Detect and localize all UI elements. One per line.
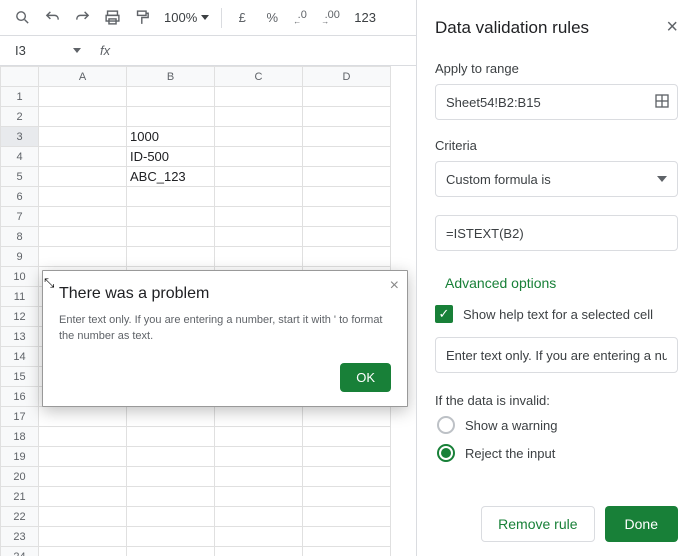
row-header[interactable]: 24 <box>1 547 39 556</box>
cell-reference: I3 <box>15 43 26 58</box>
dialog-title: There was a problem <box>59 285 391 303</box>
remove-rule-button[interactable]: Remove rule <box>481 506 594 542</box>
row-header[interactable]: 15 <box>1 367 39 387</box>
done-button[interactable]: Done <box>605 506 678 542</box>
row-header[interactable]: 4 <box>1 147 39 167</box>
cursor-icon: ⤡ <box>44 275 54 291</box>
dialog-message: Enter text only. If you are entering a n… <box>59 313 391 345</box>
chevron-down-icon <box>657 176 667 182</box>
zoom-select[interactable]: 100% <box>158 4 215 32</box>
chevron-down-icon <box>73 48 81 53</box>
close-icon[interactable]: × <box>390 277 399 295</box>
panel-title: Data validation rules <box>435 18 589 38</box>
format-label: 123 <box>354 10 376 25</box>
radio-label: Show a warning <box>465 418 558 433</box>
error-dialog: × There was a problem Enter text only. I… <box>42 270 408 407</box>
radio-icon <box>437 444 455 462</box>
row-header[interactable]: 22 <box>1 507 39 527</box>
show-help-text-checkbox[interactable]: ✓ <box>435 305 453 323</box>
percent-button[interactable]: % <box>258 4 286 32</box>
row-header[interactable]: 18 <box>1 427 39 447</box>
row-header[interactable]: 14 <box>1 347 39 367</box>
close-icon[interactable]: × <box>666 16 678 39</box>
increase-decimal-button[interactable]: .00→ <box>318 4 346 32</box>
row-header[interactable]: 13 <box>1 327 39 347</box>
fx-label: fx <box>100 43 110 58</box>
row-header[interactable]: 5 <box>1 167 39 187</box>
row-header[interactable]: 11 <box>1 287 39 307</box>
row-header[interactable]: 12 <box>1 307 39 327</box>
row-header[interactable]: 1 <box>1 87 39 107</box>
decrease-decimal-button[interactable]: .0← <box>288 4 316 32</box>
paint-format-icon[interactable] <box>128 4 156 32</box>
criteria-select[interactable]: Custom formula is <box>435 161 678 197</box>
column-header[interactable]: C <box>215 67 303 87</box>
ok-button[interactable]: OK <box>340 363 391 392</box>
column-header[interactable]: A <box>39 67 127 87</box>
row-header[interactable]: 8 <box>1 227 39 247</box>
row-header[interactable]: 17 <box>1 407 39 427</box>
radio-show-warning[interactable]: Show a warning <box>437 416 678 434</box>
radio-label: Reject the input <box>465 446 555 461</box>
advanced-options-link[interactable]: Advanced options <box>445 275 678 291</box>
row-header[interactable]: 20 <box>1 467 39 487</box>
formula-input[interactable] <box>435 215 678 251</box>
data-validation-panel: Data validation rules × Apply to range C… <box>416 0 696 556</box>
chevron-down-icon <box>201 15 209 20</box>
column-header[interactable]: B <box>127 67 215 87</box>
currency-button[interactable]: £ <box>228 4 256 32</box>
zoom-label: 100% <box>164 10 197 25</box>
range-label: Apply to range <box>435 61 678 76</box>
row-header[interactable]: 10 <box>1 267 39 287</box>
cell-B3[interactable]: 1000 <box>127 127 215 147</box>
spreadsheet-grid[interactable]: ABCD 1 2 31000 4ID-500 5ABC_123 6 7 8 9 … <box>0 66 416 556</box>
column-header[interactable]: D <box>303 67 391 87</box>
range-input[interactable] <box>435 84 678 120</box>
criteria-label: Criteria <box>435 138 678 153</box>
row-header[interactable]: 19 <box>1 447 39 467</box>
redo-icon[interactable] <box>68 4 96 32</box>
radio-icon <box>437 416 455 434</box>
select-all-corner[interactable] <box>1 67 39 87</box>
cell-B5[interactable]: ABC_123 <box>127 167 215 187</box>
more-formats-button[interactable]: 123 <box>348 4 382 32</box>
row-header[interactable]: 6 <box>1 187 39 207</box>
criteria-value: Custom formula is <box>446 172 551 187</box>
row-header[interactable]: 7 <box>1 207 39 227</box>
print-icon[interactable] <box>98 4 126 32</box>
row-header[interactable]: 21 <box>1 487 39 507</box>
row-header[interactable]: 2 <box>1 107 39 127</box>
row-header[interactable]: 16 <box>1 387 39 407</box>
radio-reject-input[interactable]: Reject the input <box>437 444 678 462</box>
search-icon[interactable] <box>8 4 36 32</box>
divider <box>221 8 222 28</box>
invalid-label: If the data is invalid: <box>435 393 678 408</box>
select-range-icon[interactable] <box>654 93 670 112</box>
undo-icon[interactable] <box>38 4 66 32</box>
help-text-input[interactable] <box>435 337 678 373</box>
row-header[interactable]: 3 <box>1 127 39 147</box>
row-header[interactable]: 9 <box>1 247 39 267</box>
show-help-text-label: Show help text for a selected cell <box>463 307 653 322</box>
row-header[interactable]: 23 <box>1 527 39 547</box>
name-box[interactable]: I3 <box>8 39 88 63</box>
cell-B4[interactable]: ID-500 <box>127 147 215 167</box>
